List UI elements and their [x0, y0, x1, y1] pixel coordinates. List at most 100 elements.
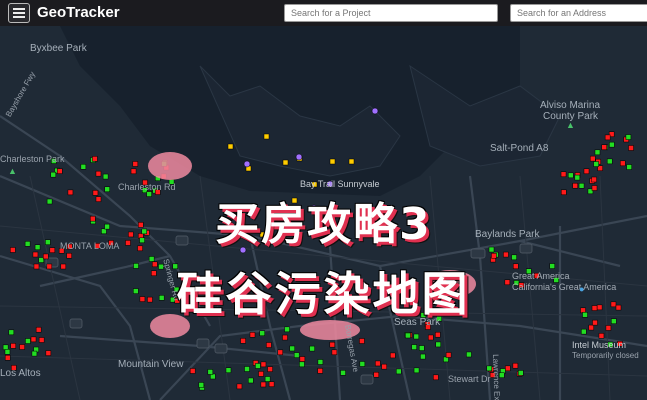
case-marker[interactable]: [282, 334, 288, 341]
case-marker[interactable]: [574, 174, 581, 181]
case-marker[interactable]: [102, 173, 109, 180]
case-marker[interactable]: [445, 352, 452, 358]
case-marker[interactable]: [340, 370, 346, 376]
case-marker[interactable]: [309, 345, 315, 352]
amusement-park-pin-icon[interactable]: ▲: [566, 120, 575, 130]
case-marker[interactable]: [329, 158, 336, 165]
case-marker[interactable]: [518, 370, 524, 376]
case-marker[interactable]: [299, 356, 306, 362]
case-marker[interactable]: [236, 383, 243, 390]
case-marker[interactable]: [189, 368, 196, 374]
case-marker[interactable]: [50, 171, 57, 178]
case-marker[interactable]: [258, 371, 264, 377]
case-marker[interactable]: [132, 161, 139, 167]
case-marker[interactable]: [260, 381, 267, 388]
case-marker[interactable]: [263, 133, 270, 140]
case-marker[interactable]: [282, 159, 289, 166]
case-marker[interactable]: [598, 333, 605, 339]
case-marker[interactable]: [266, 342, 272, 348]
case-marker[interactable]: [289, 345, 295, 352]
case-marker[interactable]: [225, 367, 232, 373]
case-marker[interactable]: [243, 160, 251, 168]
case-marker[interactable]: [466, 351, 472, 358]
case-marker[interactable]: [428, 334, 434, 341]
case-marker[interactable]: [588, 324, 594, 331]
case-marker[interactable]: [19, 344, 25, 350]
case-marker[interactable]: [413, 367, 420, 374]
case-marker[interactable]: [594, 149, 601, 156]
case-marker[interactable]: [38, 337, 45, 343]
case-marker[interactable]: [567, 172, 574, 179]
case-marker[interactable]: [605, 325, 612, 331]
case-marker[interactable]: [433, 374, 439, 381]
case-marker[interactable]: [4, 349, 11, 355]
case-marker[interactable]: [30, 336, 37, 343]
case-marker[interactable]: [293, 352, 300, 358]
case-marker[interactable]: [348, 158, 355, 165]
case-marker[interactable]: [591, 176, 597, 183]
case-marker[interactable]: [625, 134, 632, 140]
case-marker[interactable]: [418, 345, 425, 351]
case-marker[interactable]: [512, 362, 519, 369]
case-marker[interactable]: [45, 350, 52, 356]
case-marker[interactable]: [371, 107, 379, 115]
hamburger-menu-icon[interactable]: [8, 3, 30, 23]
case-marker[interactable]: [435, 341, 441, 348]
case-marker[interactable]: [413, 333, 420, 340]
case-marker[interactable]: [130, 168, 137, 175]
case-marker[interactable]: [620, 160, 626, 167]
case-marker[interactable]: [35, 326, 42, 333]
case-marker[interactable]: [628, 145, 634, 151]
case-marker[interactable]: [604, 134, 611, 141]
case-marker[interactable]: [390, 352, 396, 359]
case-marker[interactable]: [299, 361, 305, 368]
case-marker[interactable]: [626, 164, 632, 170]
case-marker[interactable]: [396, 368, 402, 375]
case-marker[interactable]: [95, 170, 102, 177]
case-marker[interactable]: [264, 376, 271, 382]
case-marker[interactable]: [57, 168, 63, 174]
case-marker[interactable]: [295, 153, 303, 161]
case-marker[interactable]: [329, 341, 336, 348]
case-marker[interactable]: [92, 156, 98, 162]
case-marker[interactable]: [359, 361, 366, 367]
case-marker[interactable]: [601, 144, 607, 150]
case-marker[interactable]: [503, 251, 509, 258]
case-marker[interactable]: [606, 158, 613, 165]
case-marker[interactable]: [260, 361, 267, 368]
case-marker[interactable]: [248, 377, 254, 384]
case-marker[interactable]: [80, 164, 87, 170]
case-marker[interactable]: [8, 329, 15, 336]
case-marker[interactable]: [25, 338, 31, 344]
case-marker[interactable]: [268, 381, 275, 387]
case-marker[interactable]: [381, 363, 387, 370]
case-marker[interactable]: [581, 328, 587, 335]
case-marker[interactable]: [244, 366, 250, 372]
case-marker[interactable]: [249, 332, 256, 338]
case-marker[interactable]: [505, 365, 511, 372]
case-marker[interactable]: [420, 353, 426, 360]
case-marker[interactable]: [240, 338, 246, 344]
case-marker[interactable]: [10, 343, 16, 349]
case-marker[interactable]: [207, 369, 214, 375]
case-marker[interactable]: [405, 332, 411, 339]
case-marker[interactable]: [593, 161, 599, 167]
case-marker[interactable]: [373, 371, 380, 378]
case-marker[interactable]: [331, 349, 338, 356]
case-marker[interactable]: [590, 155, 596, 162]
case-marker[interactable]: [284, 326, 290, 333]
case-marker[interactable]: [255, 363, 261, 369]
park-pin-icon[interactable]: ▲: [8, 166, 17, 176]
case-marker[interactable]: [411, 344, 417, 350]
case-marker[interactable]: [267, 366, 273, 372]
case-marker[interactable]: [583, 168, 590, 175]
case-marker[interactable]: [32, 251, 39, 258]
case-marker[interactable]: [4, 355, 11, 361]
case-marker[interactable]: [317, 368, 323, 374]
case-marker[interactable]: [277, 349, 284, 356]
case-marker[interactable]: [227, 143, 234, 150]
case-marker[interactable]: [317, 359, 324, 365]
case-marker[interactable]: [375, 360, 381, 367]
case-marker[interactable]: [198, 382, 205, 388]
case-marker[interactable]: [210, 373, 216, 380]
